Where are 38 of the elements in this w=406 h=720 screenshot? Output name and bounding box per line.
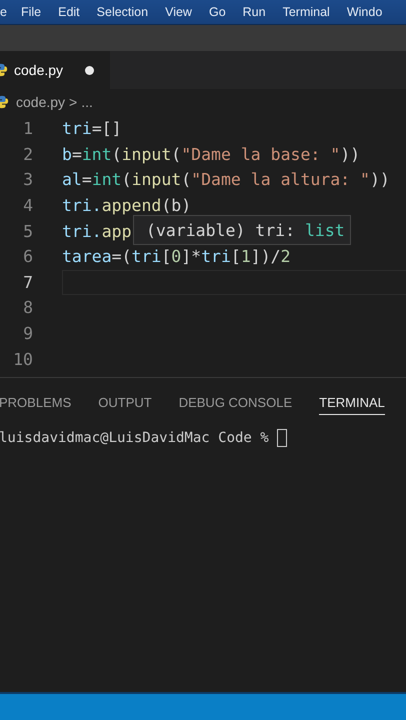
line-number: 7 [22, 272, 33, 292]
menu-item[interactable]: Terminal [282, 5, 330, 19]
breadcrumb-item[interactable]: code.py [16, 94, 66, 110]
menu-item[interactable]: Edit [58, 5, 80, 19]
code-line: b=int(input("Dame la base: ")) [62, 144, 360, 164]
line-number: 9 [22, 324, 33, 344]
menu-item[interactable]: Selection [96, 5, 148, 19]
tab-label: code.py [14, 62, 64, 78]
hover-tooltip: (variable) tri: list [133, 215, 351, 246]
line-number: 1 [22, 119, 33, 138]
panel-tab[interactable]: OUTPUT [98, 390, 152, 414]
terminal-prompt: luisdavidmac@LuisDavidMac Code % [0, 430, 269, 446]
code-line: al=int(input("Dame la altura: ")) [62, 170, 390, 190]
line-number: 4 [22, 196, 33, 216]
menu-item[interactable]: File [20, 5, 42, 19]
code-line: tarea=(tri[0]*tri[1])/2 [62, 247, 291, 266]
line-number: 6 [22, 247, 33, 266]
menu-item[interactable]: Run [242, 5, 266, 19]
code-line: tri.app [62, 222, 132, 241]
line-number: 5 [22, 222, 33, 241]
code-line: tri.append(b) [62, 196, 192, 216]
menu-item[interactable]: View [165, 5, 192, 19]
line-number: 2 [22, 144, 33, 164]
code-line: tri=[] [62, 119, 122, 138]
panel-tab[interactable]: TERMINAL [319, 390, 385, 414]
unsaved-dot-icon [85, 66, 94, 74]
terminal-cursor-icon [276, 429, 287, 447]
menu-item[interactable]: Windo [346, 5, 382, 19]
menu-item[interactable]: Go [208, 5, 226, 19]
breadcrumb-separator: > [69, 94, 78, 110]
line-number: 3 [22, 170, 33, 190]
line-number: 10 [12, 350, 33, 369]
menu-item[interactable]: e [0, 5, 7, 19]
line-number: 8 [22, 298, 33, 318]
editor-tab[interactable]: code.py [0, 51, 110, 89]
panel-tab[interactable]: PROBLEMS [0, 390, 72, 414]
panel-tab[interactable]: DEBUG CONSOLE [178, 390, 292, 414]
breadcrumb-item[interactable]: ... [81, 94, 93, 110]
